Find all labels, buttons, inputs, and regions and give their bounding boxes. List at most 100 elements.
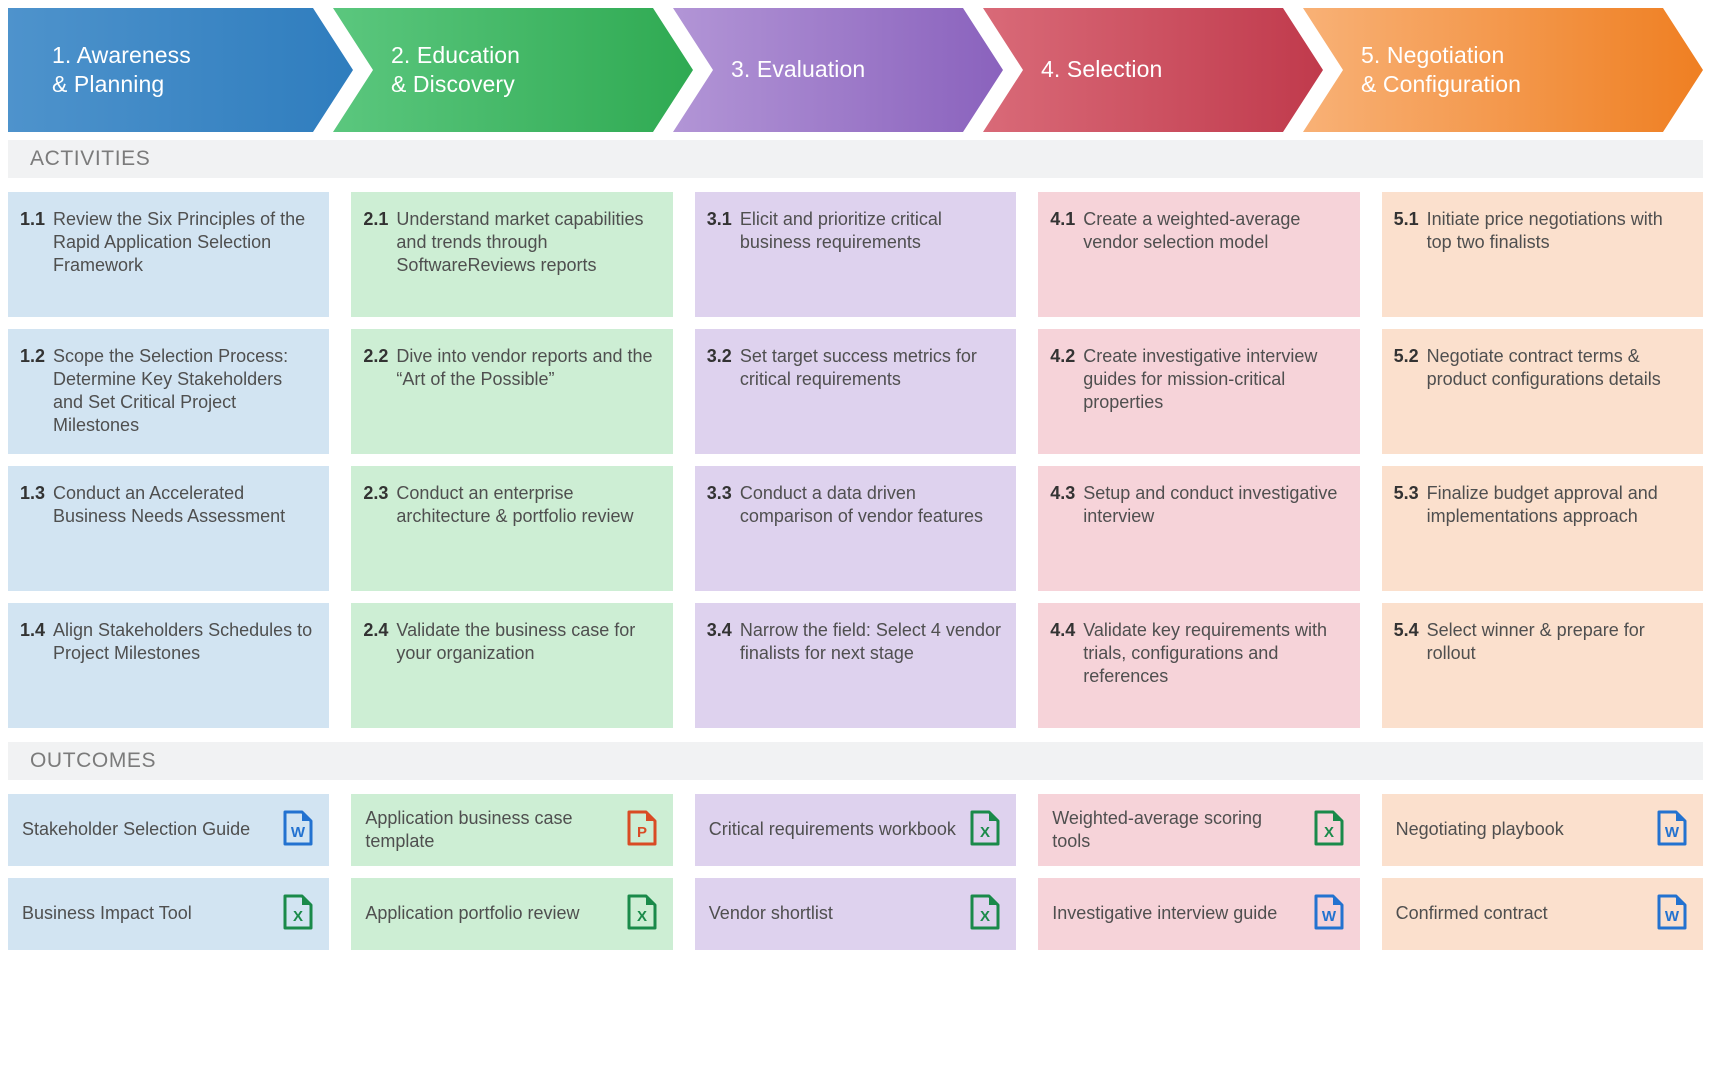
activity-card[interactable]: 5.3 Finalize budget approval and implemen… xyxy=(1381,466,1703,591)
activity-number: 5.3 xyxy=(1393,483,1419,503)
outcome-card[interactable]: Weighted-average scoring tools X xyxy=(1038,794,1360,866)
activity-card[interactable]: 3.1 Elicit and prioritize critical busine… xyxy=(694,192,1017,317)
outcome-text: Stakeholder Selection Guide xyxy=(22,819,251,840)
outcome-card[interactable]: Application portfolio review X xyxy=(351,878,673,950)
stage-chevron-5[interactable]: 5. Negotiation & Configuration xyxy=(1303,8,1703,132)
word-file-icon[interactable]: W xyxy=(283,810,313,851)
activity-text: Understand market capabilities and trend… xyxy=(396,209,644,276)
svg-text:P: P xyxy=(637,824,647,841)
activity-card[interactable]: 5.4 Select winner & prepare for rollout xyxy=(1381,603,1703,728)
activity-card[interactable]: 1.4 Align Stakeholders Schedules to Proje… xyxy=(8,603,330,728)
activity-text: Select winner & prepare for rollout xyxy=(1426,620,1645,664)
outcome-card[interactable]: Stakeholder Selection Guide W xyxy=(8,794,330,866)
stage-chevron-3[interactable]: 3. Evaluation xyxy=(673,8,1003,132)
activity-card[interactable]: 1.1 Review the Six Principles of the Rapi… xyxy=(8,192,330,317)
stage-label-5: 5. Negotiation & Configuration xyxy=(1361,41,1522,97)
activity-number: 4.1 xyxy=(1050,209,1076,229)
activities-section-header: ACTIVITIES xyxy=(8,140,1703,178)
svg-text:X: X xyxy=(637,908,647,925)
activity-number: 5.4 xyxy=(1393,620,1419,640)
outcome-card[interactable]: Application business case template P xyxy=(351,794,673,866)
activity-number: 2.4 xyxy=(363,620,389,640)
activity-text: Create a weighted-average vendor selecti… xyxy=(1083,209,1301,253)
process-stage-banner: 1. Awareness & Planning 2. Education & D… xyxy=(0,0,1711,140)
activity-text: Initiate price negotiations with top two… xyxy=(1426,209,1663,253)
outcome-card[interactable]: Critical requirements workbook X xyxy=(694,794,1017,866)
activity-number: 1.2 xyxy=(20,346,46,366)
outcome-card[interactable]: Investigative interview guide W xyxy=(1038,878,1360,950)
word-file-icon[interactable]: W xyxy=(1657,810,1687,851)
outcome-text: Application business case template xyxy=(365,807,573,851)
activity-card[interactable]: 3.2 Set target success metrics for critic… xyxy=(694,329,1017,454)
activity-card[interactable]: 2.1 Understand market capabilities and tr… xyxy=(351,192,673,317)
activity-text: Conduct a data driven comparison of vend… xyxy=(739,483,983,527)
stage-label-3: 3. Evaluation xyxy=(731,56,866,83)
excel-file-icon[interactable]: X xyxy=(627,894,657,935)
svg-text:X: X xyxy=(980,908,990,925)
activity-number: 3.2 xyxy=(706,346,732,366)
activity-number: 3.3 xyxy=(706,483,732,503)
outcomes-section-label: OUTCOMES xyxy=(30,749,157,772)
activity-card[interactable]: 2.3 Conduct an enterprise architecture & … xyxy=(351,466,673,591)
excel-file-icon[interactable]: X xyxy=(283,894,313,935)
stage-label-1: 1. Awareness & Planning xyxy=(52,41,191,97)
activity-card[interactable]: 2.2 Dive into vendor reports and the “Art… xyxy=(351,329,673,454)
activity-number: 4.2 xyxy=(1050,346,1076,366)
activity-text: Align Stakeholders Schedules to Project … xyxy=(53,620,313,664)
outcomes-grid: Stakeholder Selection Guide W Application … xyxy=(0,794,1711,950)
activities-section-label: ACTIVITIES xyxy=(30,147,151,170)
activity-card[interactable]: 1.2 Scope the Selection Process: Determin… xyxy=(8,329,330,454)
outcome-text: Application portfolio review xyxy=(365,903,580,924)
activity-text: Conduct an Accelerated Business Needs As… xyxy=(53,483,286,527)
excel-file-icon[interactable]: X xyxy=(1314,810,1344,851)
activity-text: Validate key requirements with trials, c… xyxy=(1083,620,1328,687)
activity-text: Scope the Selection Process: Determine K… xyxy=(53,346,289,436)
excel-file-icon[interactable]: X xyxy=(970,894,1000,935)
activity-number: 4.4 xyxy=(1050,620,1076,640)
activity-number: 5.2 xyxy=(1393,346,1419,366)
powerpoint-file-icon[interactable]: P xyxy=(627,810,657,851)
activity-card[interactable]: 4.3 Setup and conduct investigative inter… xyxy=(1038,466,1360,591)
activity-card[interactable]: 2.4 Validate the business case for your o… xyxy=(351,603,673,728)
activity-text: Dive into vendor reports and the “Art of… xyxy=(396,346,653,390)
word-file-icon[interactable]: W xyxy=(1314,894,1344,935)
outcome-text: Critical requirements workbook xyxy=(708,819,956,840)
activity-card[interactable]: 3.4 Narrow the field: Select 4 vendor fin… xyxy=(694,603,1017,728)
activity-card[interactable]: 5.2 Negotiate contract terms & product co… xyxy=(1381,329,1703,454)
activity-number: 1.1 xyxy=(20,209,46,229)
svg-text:W: W xyxy=(1665,824,1680,841)
outcome-card[interactable]: Confirmed contract W xyxy=(1381,878,1703,950)
activity-number: 2.3 xyxy=(363,483,389,503)
activity-number: 1.4 xyxy=(20,620,46,640)
svg-text:W: W xyxy=(1322,908,1337,925)
stage-chevron-4[interactable]: 4. Selection xyxy=(983,8,1323,132)
word-file-icon[interactable]: W xyxy=(1657,894,1687,935)
stage-chevron-1[interactable]: 1. Awareness & Planning xyxy=(8,8,353,132)
outcome-card[interactable]: Negotiating playbook W xyxy=(1381,794,1703,866)
outcomes-section-header: OUTCOMES xyxy=(8,742,1703,780)
outcome-text: Investigative interview guide xyxy=(1052,903,1278,924)
excel-file-icon[interactable]: X xyxy=(970,810,1000,851)
activity-text: Setup and conduct investigative intervie… xyxy=(1083,483,1338,527)
svg-text:W: W xyxy=(1665,908,1680,925)
stage-label-2: 2. Education & Discovery xyxy=(391,41,521,97)
activity-card[interactable]: 5.1 Initiate price negotiations with top … xyxy=(1381,192,1703,317)
outcome-card[interactable]: Vendor shortlist X xyxy=(694,878,1017,950)
outcome-text: Confirmed contract xyxy=(1395,903,1548,924)
activity-number: 3.4 xyxy=(706,620,732,640)
stage-label-4: 4. Selection xyxy=(1041,56,1163,83)
activity-card[interactable]: 4.4 Validate key requirements with trials… xyxy=(1038,603,1360,728)
activity-text: Narrow the field: Select 4 vendor finali… xyxy=(739,620,1001,664)
stage-chevron-2[interactable]: 2. Education & Discovery xyxy=(333,8,693,132)
svg-text:X: X xyxy=(1324,824,1334,841)
activity-card[interactable]: 4.1 Create a weighted-average vendor sele… xyxy=(1038,192,1360,317)
activity-card[interactable]: 4.2 Create investigative interview guides… xyxy=(1038,329,1360,454)
activity-card[interactable]: 1.3 Conduct an Accelerated Business Needs… xyxy=(8,466,330,591)
outcome-card[interactable]: Business Impact Tool X xyxy=(8,878,330,950)
activity-text: Negotiate contract terms & product confi… xyxy=(1426,346,1661,390)
activity-number: 5.1 xyxy=(1393,209,1419,229)
svg-text:X: X xyxy=(293,908,303,925)
activity-card[interactable]: 3.3 Conduct a data driven comparison of v… xyxy=(694,466,1017,591)
svg-text:X: X xyxy=(980,824,990,841)
activity-text: Finalize budget approval and implementat… xyxy=(1426,483,1658,527)
